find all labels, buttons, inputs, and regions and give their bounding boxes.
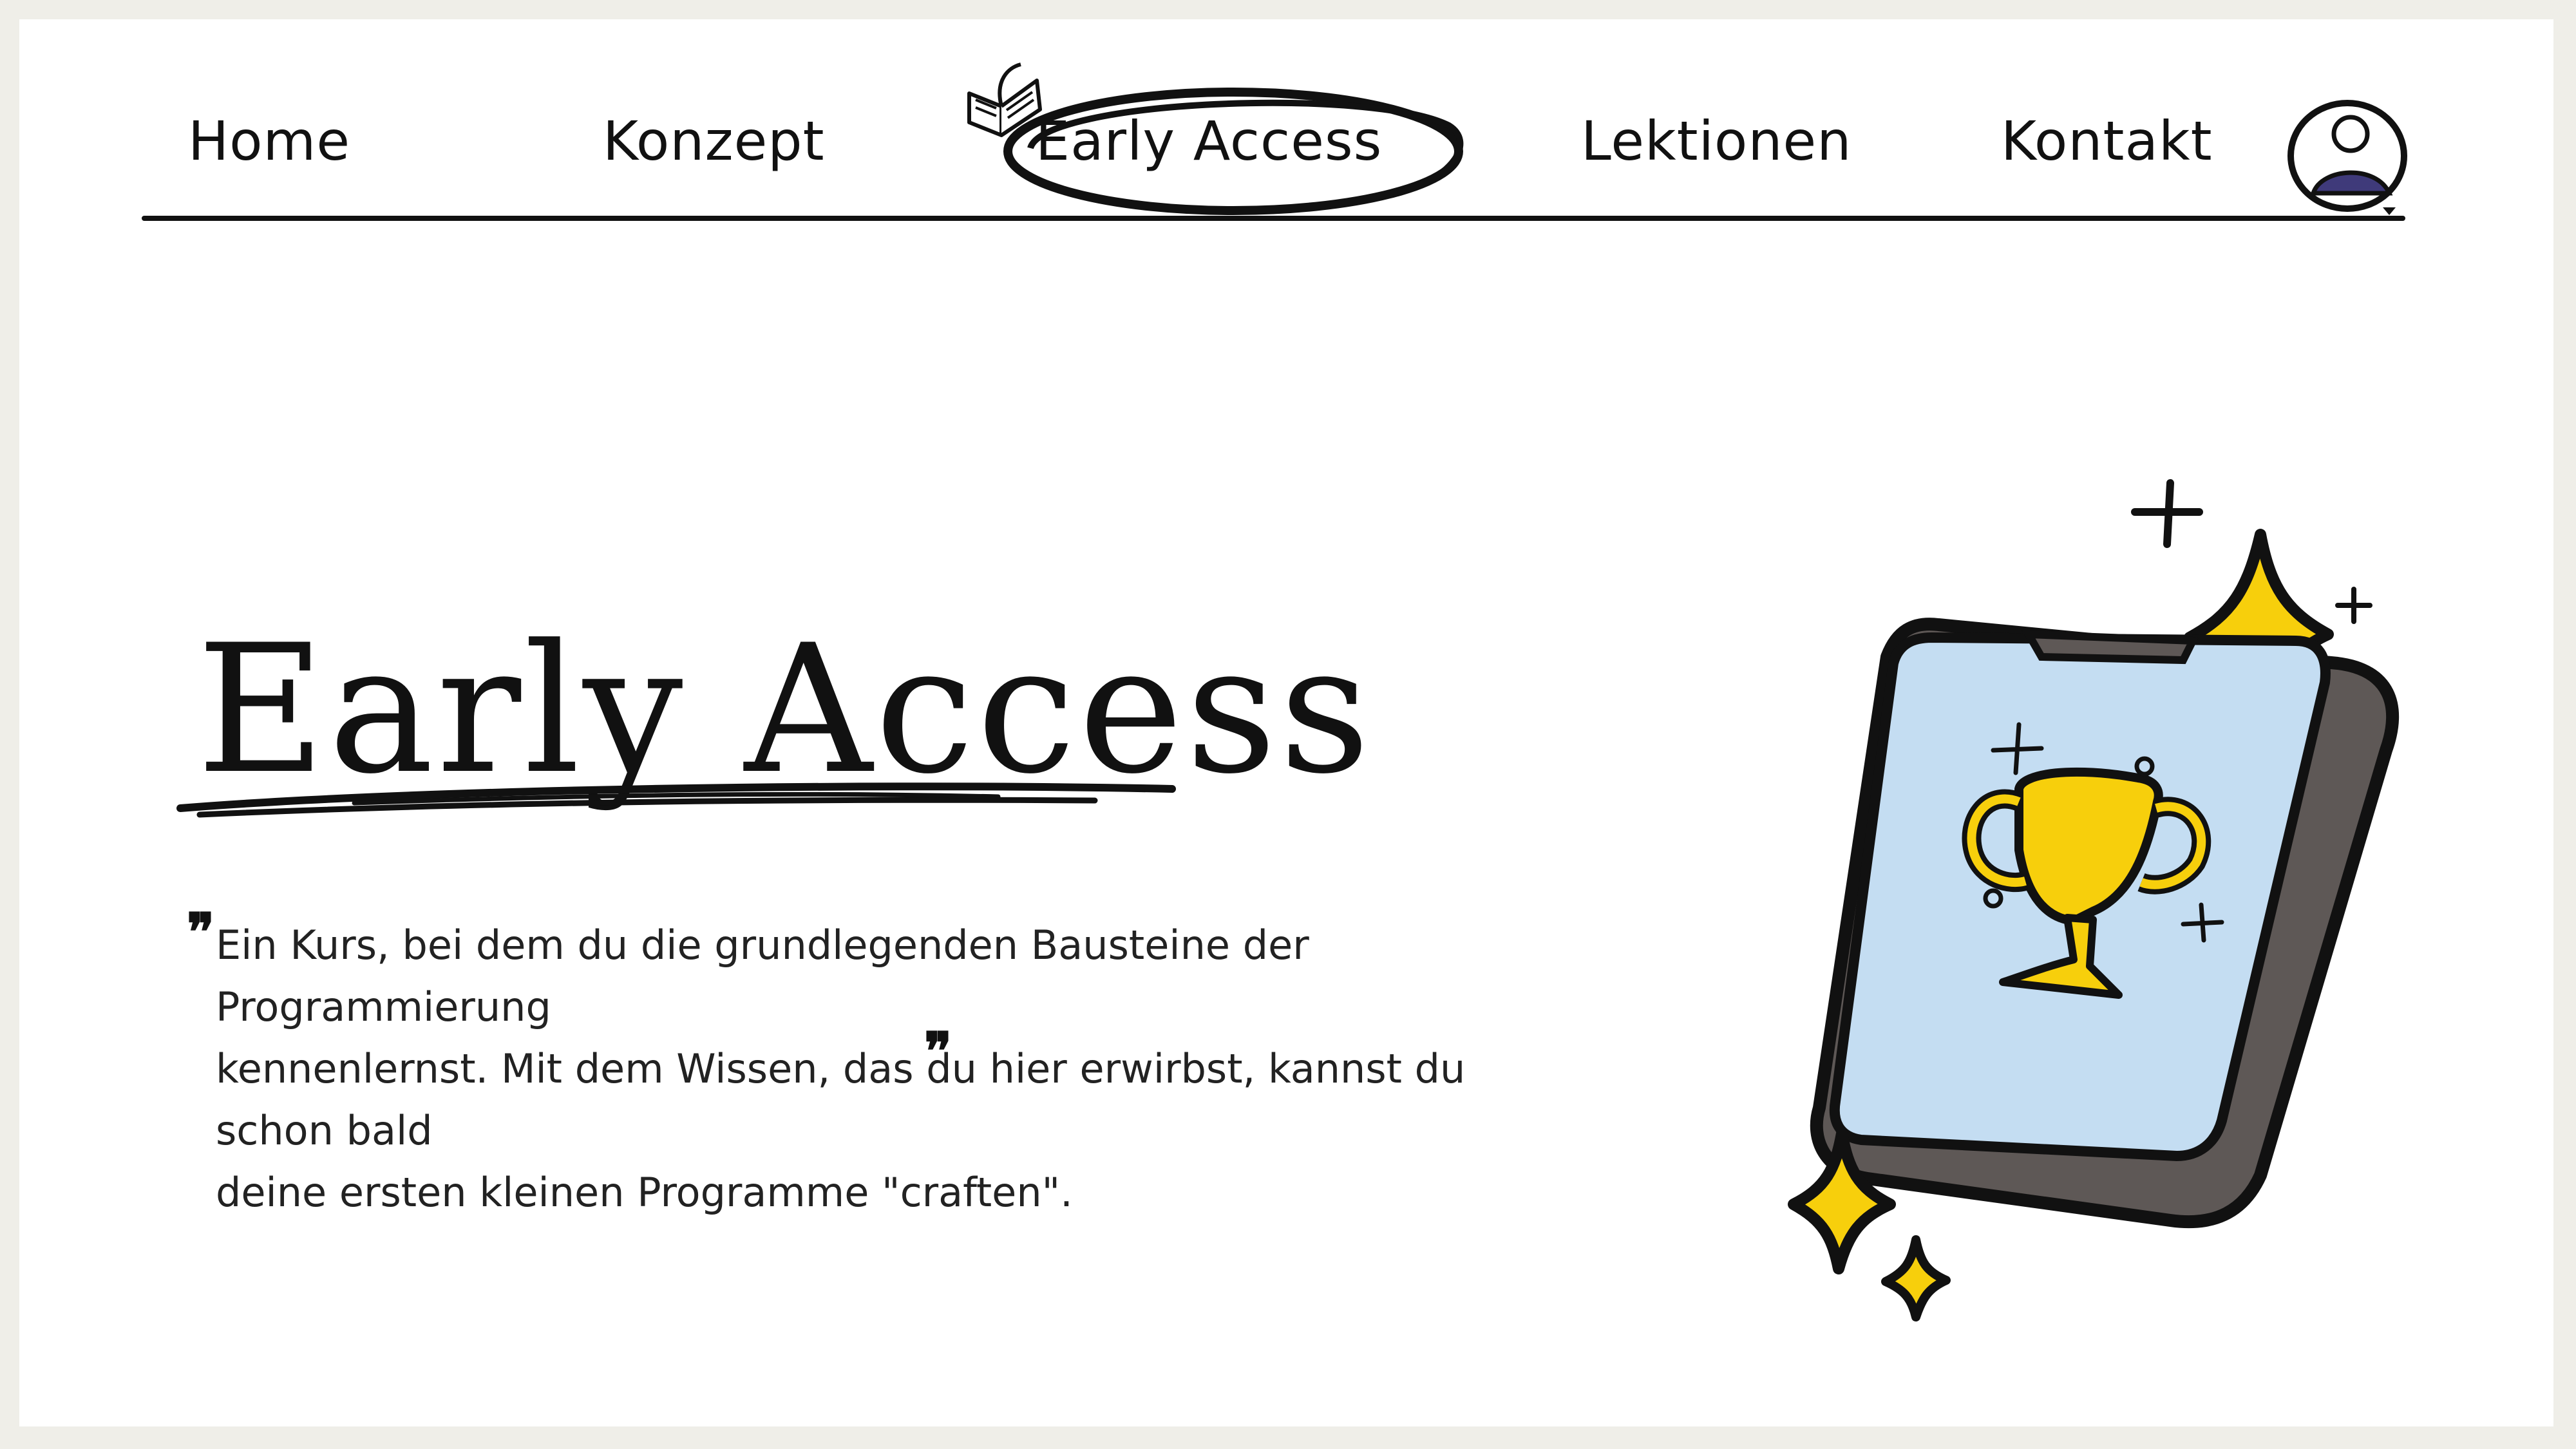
quote-line: kennenlernst. Mit dem Wissen, das du hie…	[216, 1045, 1466, 1154]
quote-close-mark: ❞	[924, 1021, 952, 1081]
quote-line: Ein Kurs, bei dem du die grundlegenden B…	[216, 922, 1309, 1030]
nav-divider	[142, 216, 2405, 221]
nav-item-early-access[interactable]: Early Access	[1036, 109, 1382, 173]
quote-line: deine ersten kleinen Programme "craften"…	[216, 1169, 1073, 1216]
nav-item-kontakt[interactable]: Kontakt	[2001, 109, 2213, 173]
quote-open-mark: ❞	[187, 902, 215, 962]
sparkle-icon	[2335, 587, 2372, 624]
phone-notch	[2022, 630, 2199, 665]
title-underline-scribble	[176, 782, 1176, 818]
sparkle-icon	[1881, 1235, 1951, 1321]
nav-item-home[interactable]: Home	[188, 109, 350, 173]
nav-item-konzept[interactable]: Konzept	[603, 109, 825, 173]
nav-item-lektionen[interactable]: Lektionen	[1581, 109, 1852, 173]
phone-trophy-illustration	[1788, 479, 2400, 1321]
page-canvas: Home Konzept Early Access Lektionen Kont…	[19, 19, 2553, 1426]
user-avatar-icon[interactable]	[2286, 97, 2418, 219]
hero-quote: Ein Kurs, bei dem du die grundlegenden B…	[216, 914, 1504, 1224]
